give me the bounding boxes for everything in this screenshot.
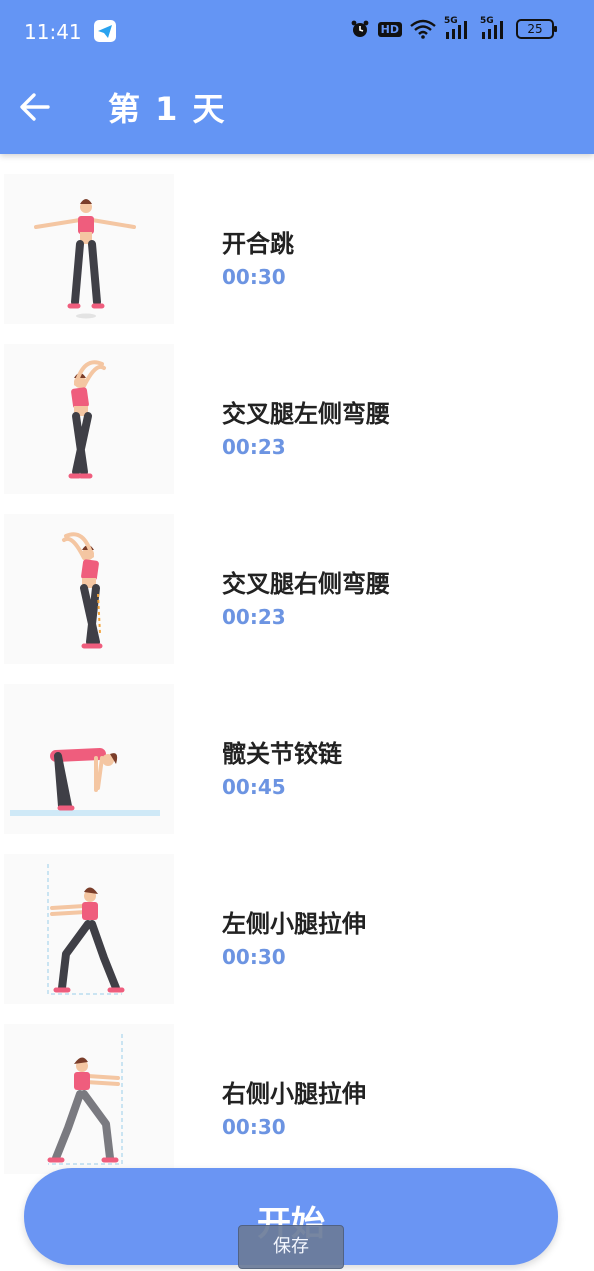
signal-5g-icon: 5G: [480, 16, 508, 40]
exercise-row[interactable]: 右侧小腿拉伸 00:30: [0, 1014, 594, 1184]
exercise-duration: 00:45: [222, 775, 286, 799]
app-header: 11:41 HD 5G 5G 25 第 1 天: [0, 0, 594, 154]
exercise-row[interactable]: 交叉腿右侧弯腰 00:23: [0, 504, 594, 674]
exercise-row[interactable]: 开合跳 00:30: [0, 164, 594, 334]
exercise-duration: 00:30: [222, 1115, 286, 1139]
exercise-name: 左侧小腿拉伸: [222, 910, 366, 938]
signal-5g-icon: 5G: [444, 16, 472, 40]
hip-hinge-illustration: [4, 684, 174, 834]
jumping-jack-illustration: [4, 174, 174, 324]
exercise-duration: 00:23: [222, 605, 286, 629]
exercise-duration: 00:30: [222, 265, 286, 289]
exercise-name: 开合跳: [222, 230, 294, 258]
side-bend-left-illustration: [4, 344, 174, 494]
wifi-icon: [410, 19, 436, 39]
exercise-name: 交叉腿右侧弯腰: [222, 570, 390, 598]
alarm-icon: [351, 20, 369, 37]
exercise-name: 右侧小腿拉伸: [222, 1080, 366, 1108]
exercise-row[interactable]: 交叉腿左侧弯腰 00:23: [0, 334, 594, 504]
page-title: 第 1 天: [108, 90, 227, 128]
save-tooltip[interactable]: 保存: [238, 1225, 344, 1269]
hd-icon: HD: [377, 21, 402, 37]
calf-stretch-left-illustration: [4, 854, 174, 1004]
exercise-name: 交叉腿左侧弯腰: [222, 400, 390, 428]
exercise-list: 开合跳 00:30 交叉腿左侧弯腰 00:23 交叉腿右侧弯腰 00:23 髋关…: [0, 164, 594, 1184]
exercise-row[interactable]: 髋关节铰链 00:45: [0, 674, 594, 844]
exercise-row[interactable]: 左侧小腿拉伸 00:30: [0, 844, 594, 1014]
telegram-icon: [94, 20, 116, 42]
status-bar: 11:41 HD 5G 5G 25: [0, 0, 594, 64]
status-time: 11:41: [24, 20, 82, 44]
exercise-duration: 00:23: [222, 435, 286, 459]
status-icons: HD 5G 5G 25: [350, 16, 557, 40]
exercise-duration: 00:30: [222, 945, 286, 969]
exercise-name: 髋关节铰链: [222, 740, 342, 768]
side-bend-right-illustration: [4, 514, 174, 664]
calf-stretch-right-illustration: [4, 1024, 174, 1174]
arrow-left-icon[interactable]: [18, 90, 52, 124]
battery-icon: 25: [516, 19, 557, 39]
